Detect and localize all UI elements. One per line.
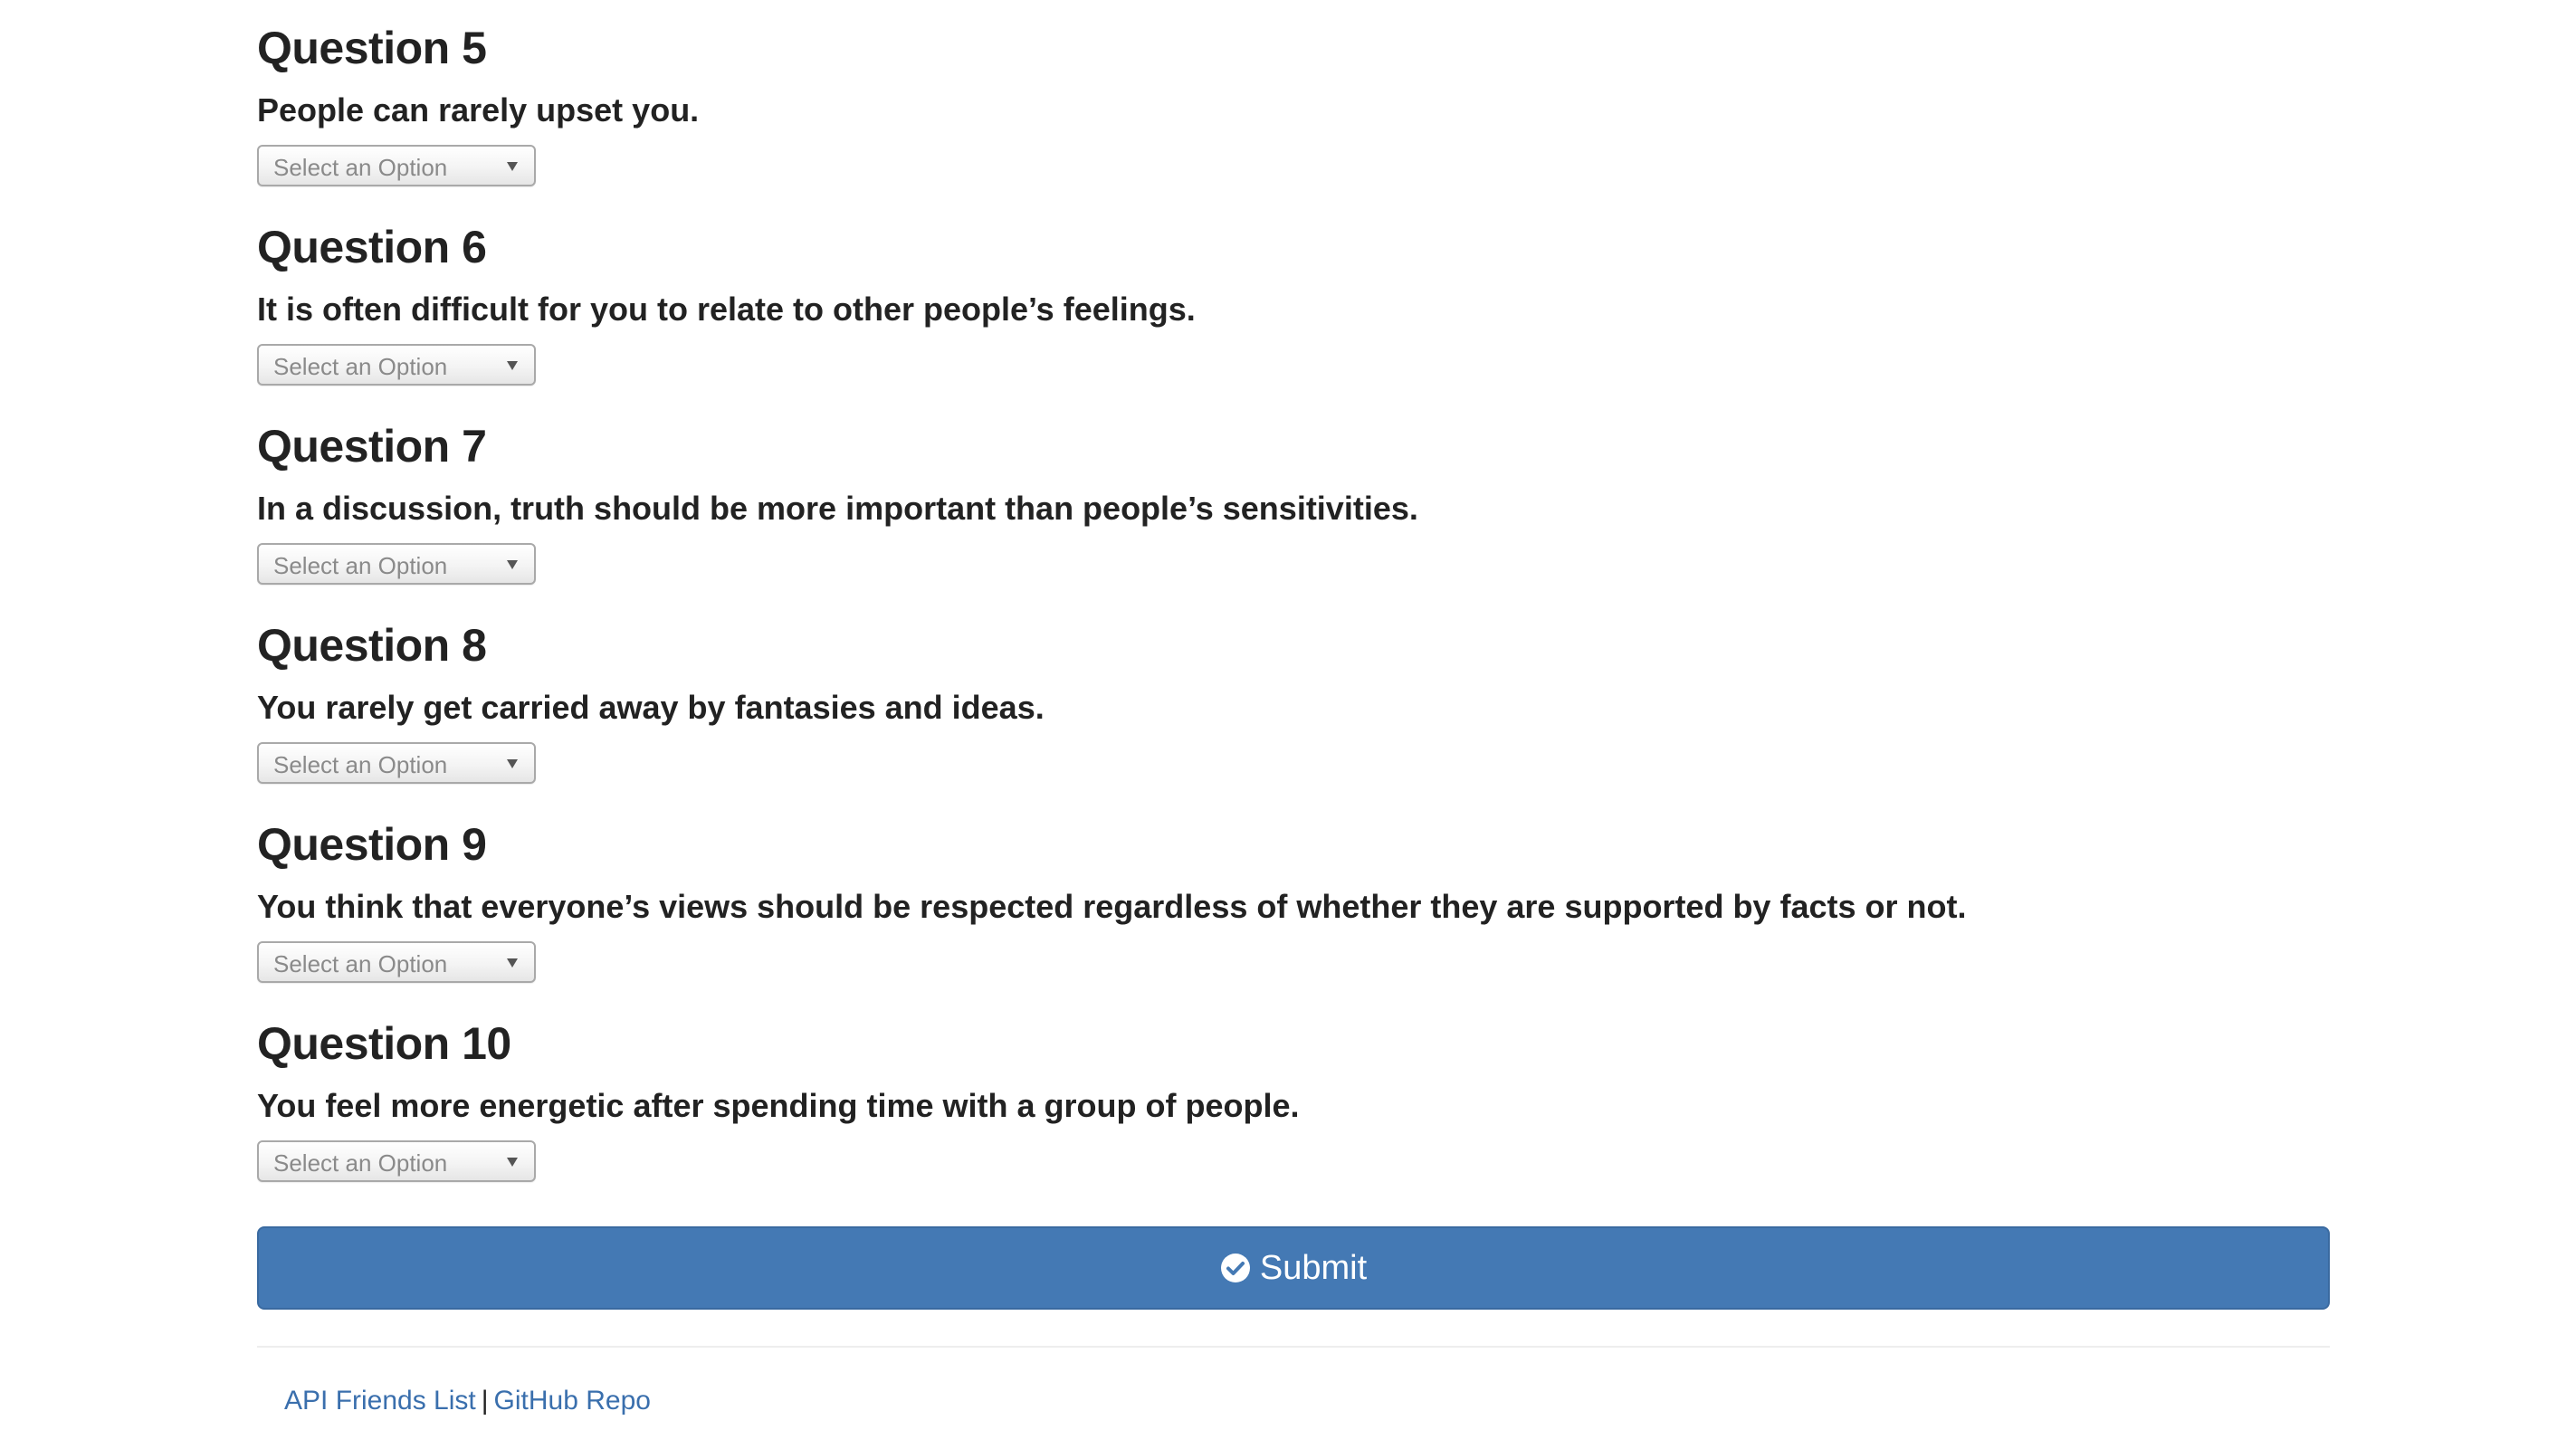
option-select[interactable]: Select an Option bbox=[257, 145, 536, 186]
question-title: Question 10 bbox=[257, 1018, 511, 1069]
quiz-container: Question 5 People can rarely upset you. … bbox=[257, 0, 2330, 1415]
dropdown-arrow-icon bbox=[507, 958, 518, 968]
question-text: It is often difficult for you to relate … bbox=[257, 291, 1196, 328]
dropdown-arrow-icon bbox=[507, 560, 518, 569]
question-text: You rarely get carried away by fantasies… bbox=[257, 689, 1045, 726]
question-title: Question 8 bbox=[257, 620, 487, 671]
select-placeholder: Select an Option bbox=[273, 1149, 448, 1177]
question-title: Question 6 bbox=[257, 222, 487, 272]
submit-button[interactable]: Submit bbox=[257, 1226, 2330, 1310]
question-9: Question 9 You think that everyone’s vie… bbox=[257, 818, 2330, 1017]
question-text: You feel more energetic after spending t… bbox=[257, 1087, 1300, 1124]
question-10: Question 10 You feel more energetic afte… bbox=[257, 1017, 2330, 1216]
footer-divider bbox=[257, 1346, 2330, 1348]
question-5: Question 5 People can rarely upset you. … bbox=[257, 22, 2330, 221]
select-placeholder: Select an Option bbox=[273, 950, 448, 977]
select-placeholder: Select an Option bbox=[273, 751, 448, 778]
dropdown-arrow-icon bbox=[507, 1158, 518, 1167]
question-text: People can rarely upset you. bbox=[257, 91, 700, 129]
question-title: Question 7 bbox=[257, 421, 487, 472]
dropdown-arrow-icon bbox=[507, 361, 518, 370]
option-select[interactable]: Select an Option bbox=[257, 543, 536, 585]
question-7: Question 7 In a discussion, truth should… bbox=[257, 420, 2330, 619]
page: Question 5 People can rarely upset you. … bbox=[0, 0, 2576, 1430]
footer: API Friends List | GitHub Repo bbox=[284, 1387, 651, 1415]
check-circle-icon bbox=[1220, 1254, 1250, 1282]
select-placeholder: Select an Option bbox=[273, 154, 448, 181]
dropdown-arrow-icon bbox=[507, 162, 518, 171]
api-friends-list-link[interactable]: API Friends List bbox=[284, 1386, 476, 1416]
question-title: Question 5 bbox=[257, 23, 487, 73]
option-select[interactable]: Select an Option bbox=[257, 941, 536, 983]
option-select[interactable]: Select an Option bbox=[257, 1140, 536, 1182]
question-text: In a discussion, truth should be more im… bbox=[257, 490, 1418, 527]
option-select[interactable]: Select an Option bbox=[257, 742, 536, 784]
footer-separator: | bbox=[481, 1386, 489, 1416]
dropdown-arrow-icon bbox=[507, 759, 518, 768]
github-repo-link[interactable]: GitHub Repo bbox=[494, 1386, 651, 1416]
question-8: Question 8 You rarely get carried away b… bbox=[257, 619, 2330, 818]
question-text: You think that everyone’s views should b… bbox=[257, 888, 1967, 925]
question-6: Question 6 It is often difficult for you… bbox=[257, 221, 2330, 420]
select-placeholder: Select an Option bbox=[273, 552, 448, 579]
select-placeholder: Select an Option bbox=[273, 353, 448, 380]
option-select[interactable]: Select an Option bbox=[257, 344, 536, 386]
question-title: Question 9 bbox=[257, 819, 487, 870]
submit-label: Submit bbox=[1259, 1249, 1368, 1287]
